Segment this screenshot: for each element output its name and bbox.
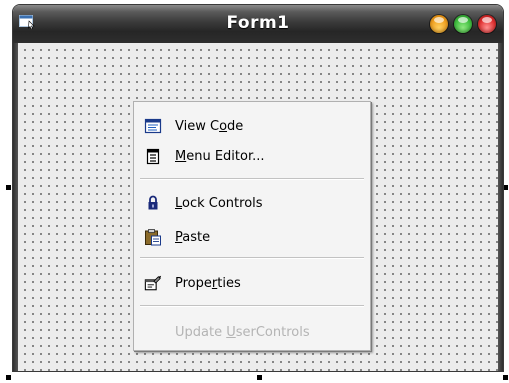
close-button[interactable] — [478, 15, 496, 33]
menu-separator — [140, 257, 364, 259]
minimize-button[interactable] — [430, 15, 448, 33]
menu-item-label: Properties — [175, 275, 241, 291]
menu-item-update-usercontrols[interactable]: Update UserControls — [134, 320, 370, 344]
properties-icon — [144, 274, 162, 292]
menu-item-label: Paste — [175, 229, 211, 245]
menu-item-view-code[interactable]: View Code — [134, 114, 370, 138]
menu-item-lock-controls[interactable]: Lock Controls — [134, 191, 370, 215]
menu-item-label: Menu Editor... — [175, 148, 265, 164]
menu-item-paste[interactable]: Paste — [134, 225, 370, 249]
resize-handle-bottom[interactable] — [257, 375, 262, 380]
context-menu: View Code Menu Editor... Lock Controls P… — [133, 101, 371, 351]
resize-handle-right[interactable] — [503, 185, 508, 190]
menu-item-menu-editor[interactable]: Menu Editor... — [134, 144, 370, 168]
paste-icon — [144, 228, 162, 246]
maximize-button[interactable] — [454, 15, 472, 33]
menu-item-label: Update UserControls — [175, 324, 310, 340]
view-code-icon — [144, 117, 162, 135]
menu-item-properties[interactable]: Properties — [134, 271, 370, 295]
lock-icon — [144, 194, 162, 212]
menu-separator — [140, 178, 364, 180]
window-frame-right — [498, 43, 503, 371]
menu-item-label: Lock Controls — [175, 195, 263, 211]
resize-handle-bottom-right[interactable] — [503, 375, 508, 380]
title-bar[interactable]: Form1 — [13, 5, 503, 43]
menu-separator — [140, 305, 364, 307]
menu-item-label: View Code — [175, 118, 244, 134]
resize-handle-bottom-left[interactable] — [6, 375, 11, 380]
menu-editor-icon — [144, 147, 162, 165]
resize-handle-left[interactable] — [6, 185, 11, 190]
